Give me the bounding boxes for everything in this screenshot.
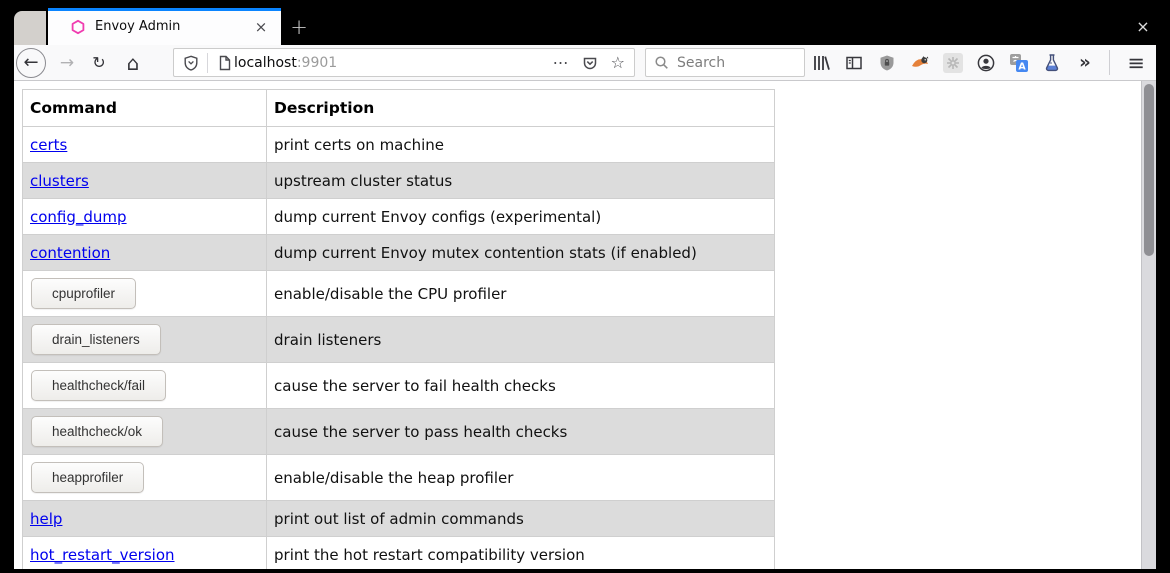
hamburger-menu-icon[interactable]: ≡ <box>1124 51 1148 75</box>
shield-lock-extension-icon[interactable] <box>877 53 897 73</box>
url-host: localhost <box>234 55 297 71</box>
svg-text:A: A <box>1018 61 1026 72</box>
description-column-header: Description <box>267 90 775 127</box>
drain-listeners-button[interactable]: drain_listeners <box>31 324 161 355</box>
command-description: cause the server to pass health checks <box>267 409 775 455</box>
table-row: certs print certs on machine <box>23 127 775 163</box>
table-row: config_dump dump current Envoy configs (… <box>23 199 775 235</box>
urlbar-divider <box>207 53 208 73</box>
page-info-icon[interactable] <box>216 55 232 71</box>
reload-button[interactable]: ↻ <box>85 49 113 77</box>
admin-command-table: Command Description certs print certs on… <box>22 89 775 569</box>
page-viewport: Command Description certs print certs on… <box>14 81 1156 569</box>
bookmark-star-icon[interactable]: ☆ <box>611 55 625 71</box>
home-button[interactable]: ⌂ <box>119 49 147 77</box>
tab-close-icon[interactable]: × <box>251 17 271 37</box>
browser-window: Envoy Admin × + × ← → ↻ ⌂ lo <box>14 8 1156 569</box>
command-link-help[interactable]: help <box>30 510 62 528</box>
healthcheck-fail-button[interactable]: healthcheck/fail <box>31 370 166 401</box>
command-description: dump current Envoy mutex contention stat… <box>267 235 775 271</box>
sidebar-icon[interactable] <box>844 53 864 73</box>
command-description: dump current Envoy configs (experimental… <box>267 199 775 235</box>
command-column-header: Command <box>23 90 267 127</box>
toolbar-icons: A » ≡ <box>811 50 1148 75</box>
command-link-hot-restart-version[interactable]: hot_restart_version <box>30 546 175 564</box>
vertical-scrollbar[interactable] <box>1141 81 1156 569</box>
tab-strip: Envoy Admin × + × <box>14 8 1156 45</box>
scrollbar-thumb[interactable] <box>1144 84 1154 256</box>
back-button[interactable]: ← <box>16 48 46 78</box>
search-icon <box>654 55 669 70</box>
navigation-toolbar: ← → ↻ ⌂ localhost:9901 ⋯ <box>14 45 1156 81</box>
library-icon[interactable] <box>811 53 831 73</box>
command-link-config-dump[interactable]: config_dump <box>30 208 127 226</box>
healthcheck-ok-button[interactable]: healthcheck/ok <box>31 416 163 447</box>
table-row: hot_restart_version print the hot restar… <box>23 537 775 570</box>
command-link-clusters[interactable]: clusters <box>30 172 89 190</box>
command-description: drain listeners <box>267 317 775 363</box>
table-row: heapprofiler enable/disable the heap pro… <box>23 455 775 501</box>
page-actions-icon[interactable]: ⋯ <box>553 55 569 71</box>
table-row: cpuprofiler enable/disable the CPU profi… <box>23 271 775 317</box>
search-box <box>645 48 805 77</box>
command-description: enable/disable the CPU profiler <box>267 271 775 317</box>
command-link-certs[interactable]: certs <box>30 136 67 154</box>
translate-extension-icon[interactable]: A <box>1009 53 1029 73</box>
command-link-contention[interactable]: contention <box>30 244 110 262</box>
tracking-protection-shield-icon[interactable] <box>183 55 199 71</box>
overflow-chevron-icon[interactable]: » <box>1075 53 1095 73</box>
table-row: healthcheck/fail cause the server to fai… <box>23 363 775 409</box>
table-header-row: Command Description <box>23 90 775 127</box>
search-input[interactable] <box>645 48 805 77</box>
envoy-favicon-icon <box>70 19 86 35</box>
disabled-extension-icon[interactable] <box>943 53 963 73</box>
url-text[interactable]: localhost:9901 <box>234 55 337 71</box>
window-close-icon[interactable]: × <box>1132 8 1154 45</box>
command-description: enable/disable the heap profiler <box>267 455 775 501</box>
command-description: cause the server to fail health checks <box>267 363 775 409</box>
command-description: print out list of admin commands <box>267 501 775 537</box>
flask-extension-icon[interactable] <box>1042 53 1062 73</box>
forward-button: → <box>53 49 81 77</box>
toolbar-separator <box>1109 50 1110 75</box>
account-icon[interactable] <box>976 53 996 73</box>
url-port: :9901 <box>297 55 337 71</box>
raccoon-extension-icon[interactable] <box>910 53 930 73</box>
table-row: drain_listeners drain listeners <box>23 317 775 363</box>
table-row: healthcheck/ok cause the server to pass … <box>23 409 775 455</box>
command-description: upstream cluster status <box>267 163 775 199</box>
new-tab-button[interactable]: + <box>285 8 313 45</box>
command-description: print certs on machine <box>267 127 775 163</box>
titlebar-spacer <box>14 11 46 45</box>
table-row: clusters upstream cluster status <box>23 163 775 199</box>
url-bar[interactable]: localhost:9901 ⋯ ☆ <box>173 48 635 77</box>
pocket-icon[interactable] <box>582 55 598 71</box>
tab-title: Envoy Admin <box>95 19 251 34</box>
table-row: contention dump current Envoy mutex cont… <box>23 235 775 271</box>
cpuprofiler-button[interactable]: cpuprofiler <box>31 278 136 309</box>
heapprofiler-button[interactable]: heapprofiler <box>31 462 144 493</box>
table-row: help print out list of admin commands <box>23 501 775 537</box>
command-description: print the hot restart compatibility vers… <box>267 537 775 570</box>
tab-envoy-admin[interactable]: Envoy Admin × <box>48 8 281 45</box>
active-tab-accent <box>48 8 281 11</box>
